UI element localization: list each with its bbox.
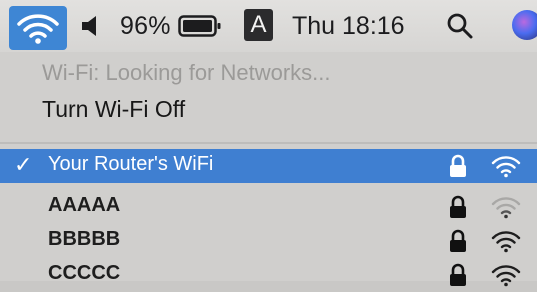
clock[interactable]: Thu 18:16: [292, 0, 405, 52]
wifi-signal-icon: [491, 231, 521, 253]
lock-icon: [450, 263, 466, 286]
wifi-icon: [17, 14, 59, 44]
search-icon: [447, 13, 473, 39]
spotlight-button[interactable]: [446, 0, 476, 52]
wifi-signal-icon: [491, 197, 521, 219]
volume-button[interactable]: [80, 0, 108, 52]
lock-icon: [450, 154, 466, 177]
wifi-dropdown-menu: Wi-Fi: Looking for Networks... Turn Wi-F…: [0, 52, 537, 287]
input-source-button[interactable]: A: [244, 9, 273, 41]
lock-icon: [450, 195, 466, 218]
network-item-aaaaa[interactable]: AAAAA: [0, 190, 537, 224]
network-item-your-routers-wifi[interactable]: ✓ Your Router's WiFi: [0, 149, 537, 183]
network-name: AAAAA: [48, 194, 121, 216]
turn-wifi-off-item[interactable]: Turn Wi-Fi Off: [42, 96, 185, 123]
network-item-bbbbb[interactable]: BBBBB: [0, 224, 537, 258]
wifi-menu-button[interactable]: [9, 6, 67, 50]
network-name: CCCCC: [48, 262, 121, 284]
speaker-icon: [82, 16, 96, 36]
wifi-signal-icon: [491, 156, 521, 178]
siri-icon[interactable]: [512, 10, 537, 40]
battery-percentage: 96%: [120, 11, 171, 40]
network-item-ccccc[interactable]: CCCCC: [0, 258, 537, 292]
menu-separator: [0, 142, 537, 144]
wifi-status-text: Wi-Fi: Looking for Networks...: [42, 60, 331, 85]
menu-bar: 96% A Thu 18:16: [0, 0, 537, 52]
wifi-signal-icon: [491, 265, 521, 287]
checkmark-icon: ✓: [14, 152, 33, 177]
battery-icon: [178, 15, 221, 37]
lock-icon: [450, 229, 466, 252]
network-name: Your Router's WiFi: [48, 153, 214, 175]
network-name: BBBBB: [48, 228, 121, 250]
battery-button[interactable]: [178, 0, 222, 52]
